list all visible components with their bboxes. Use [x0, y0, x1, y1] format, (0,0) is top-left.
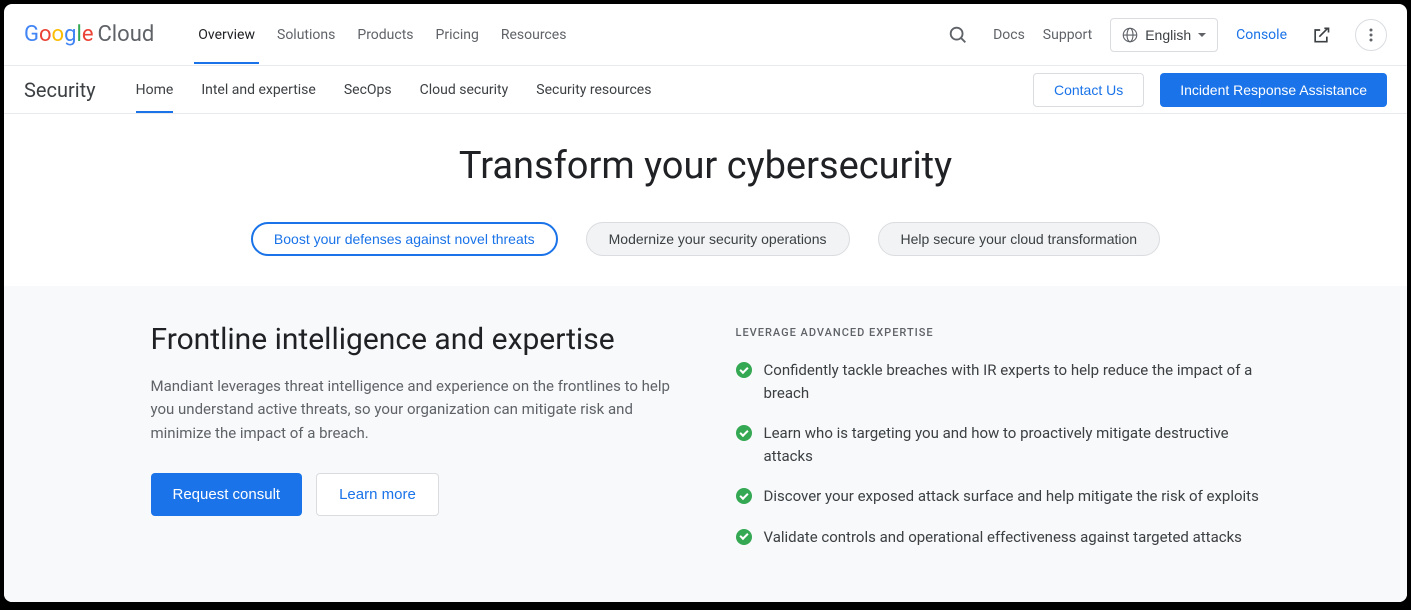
subnav-secops[interactable]: SecOps: [344, 68, 392, 112]
nav-pricing[interactable]: Pricing: [436, 7, 479, 63]
more-button[interactable]: [1355, 19, 1387, 51]
sub-title: Security: [24, 78, 96, 102]
subnav-intel[interactable]: Intel and expertise: [201, 68, 316, 112]
learn-more-button[interactable]: Learn more: [316, 473, 439, 516]
incident-response-button[interactable]: Incident Response Assistance: [1160, 73, 1387, 107]
contact-us-button[interactable]: Contact Us: [1033, 73, 1144, 107]
more-vert-icon: [1363, 27, 1379, 43]
globe-icon: [1121, 26, 1139, 44]
section-right: LEVERAGE ADVANCED EXPERTISE Confidently …: [736, 322, 1261, 566]
share-icon: [1311, 25, 1331, 45]
nav-products[interactable]: Products: [357, 7, 413, 63]
list-item: Learn who is targeting you and how to pr…: [736, 422, 1261, 467]
secondary-nav: Home Intel and expertise SecOps Cloud se…: [136, 68, 652, 112]
chevron-down-icon: [1197, 30, 1207, 40]
top-header: Google Cloud Overview Solutions Products…: [4, 4, 1407, 66]
primary-nav: Overview Solutions Products Pricing Reso…: [198, 7, 566, 63]
pill-boost-defenses[interactable]: Boost your defenses against novel threat…: [251, 222, 558, 256]
bullet-text: Confidently tackle breaches with IR expe…: [764, 359, 1261, 404]
nav-solutions[interactable]: Solutions: [277, 7, 335, 63]
pill-row: Boost your defenses against novel threat…: [4, 212, 1407, 286]
search-icon: [947, 24, 969, 46]
bullet-list: Confidently tackle breaches with IR expe…: [736, 359, 1261, 548]
list-item: Discover your exposed attack surface and…: [736, 485, 1261, 508]
list-item: Confidently tackle breaches with IR expe…: [736, 359, 1261, 404]
logo-cloud-text: Cloud: [97, 22, 154, 47]
hero: Transform your cybersecurity: [4, 114, 1407, 212]
console-link[interactable]: Console: [1236, 27, 1287, 43]
check-icon: [736, 425, 752, 441]
sub-header: Security Home Intel and expertise SecOps…: [4, 66, 1407, 114]
docs-link[interactable]: Docs: [993, 27, 1025, 43]
content-section: Frontline intelligence and expertise Man…: [4, 286, 1407, 602]
subnav-resources[interactable]: Security resources: [536, 68, 651, 112]
check-icon: [736, 362, 752, 378]
request-consult-button[interactable]: Request consult: [151, 473, 303, 516]
nav-overview[interactable]: Overview: [198, 7, 255, 63]
share-button[interactable]: [1305, 19, 1337, 51]
bullet-text: Learn who is targeting you and how to pr…: [764, 422, 1261, 467]
section-heading: Frontline intelligence and expertise: [151, 322, 676, 357]
right-heading: LEVERAGE ADVANCED EXPERTISE: [736, 326, 1261, 339]
language-label: English: [1145, 27, 1191, 43]
subnav-home[interactable]: Home: [136, 68, 174, 112]
section-left: Frontline intelligence and expertise Man…: [151, 322, 676, 566]
nav-resources[interactable]: Resources: [501, 7, 567, 63]
hero-title: Transform your cybersecurity: [4, 144, 1407, 188]
language-selector[interactable]: English: [1110, 18, 1218, 52]
support-link[interactable]: Support: [1043, 27, 1092, 43]
subnav-cloud-security[interactable]: Cloud security: [420, 68, 509, 112]
pill-secure-cloud[interactable]: Help secure your cloud transformation: [878, 222, 1161, 256]
search-button[interactable]: [941, 18, 975, 52]
list-item: Validate controls and operational effect…: [736, 526, 1261, 549]
bullet-text: Discover your exposed attack surface and…: [764, 485, 1259, 508]
check-icon: [736, 529, 752, 545]
check-icon: [736, 488, 752, 504]
section-body: Mandiant leverages threat intelligence a…: [151, 375, 676, 445]
bullet-text: Validate controls and operational effect…: [764, 526, 1242, 549]
google-cloud-logo[interactable]: Google Cloud: [24, 22, 154, 47]
pill-modernize-ops[interactable]: Modernize your security operations: [586, 222, 850, 256]
